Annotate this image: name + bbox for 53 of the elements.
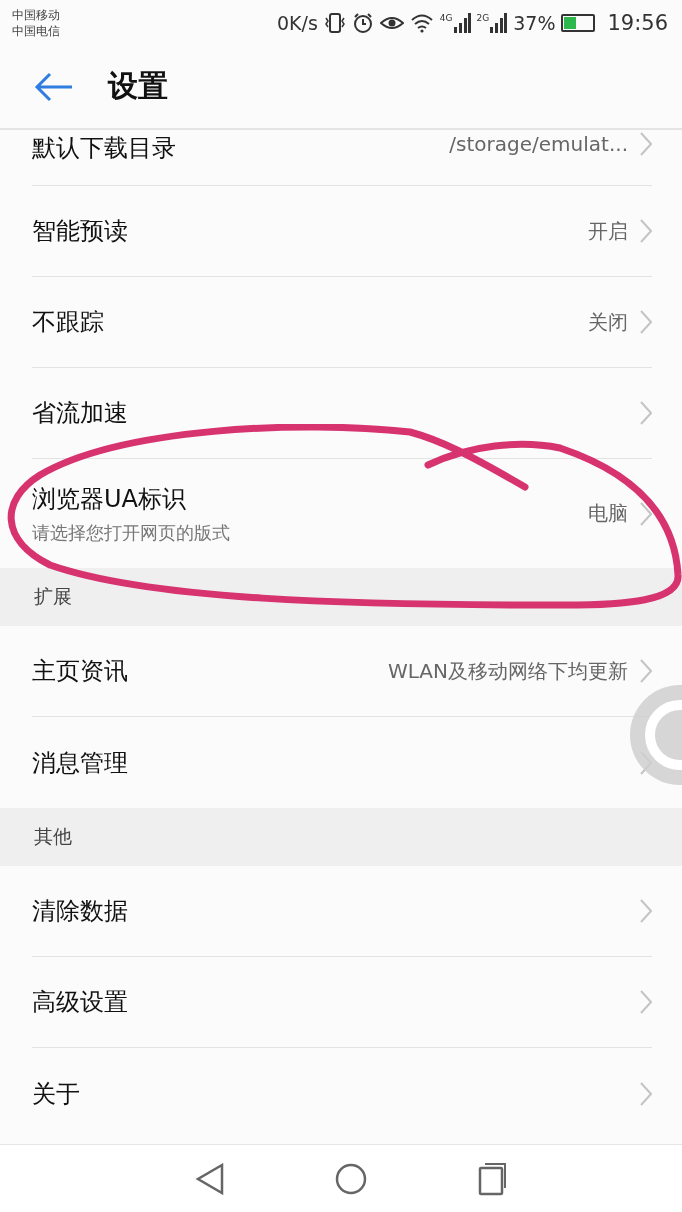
section-header: 扩展 (34, 584, 72, 609)
battery-percent: 37% (513, 11, 556, 34)
row-title: 高级设置 (32, 987, 129, 1018)
row-value: 开启 (588, 217, 628, 245)
chevron-right-icon (640, 501, 652, 526)
back-arrow-icon[interactable] (34, 71, 74, 102)
row-value: /storage/emulat... (449, 132, 628, 156)
row-title: 清除数据 (32, 896, 129, 927)
chevron-right-icon (640, 899, 652, 923)
signal-icon (452, 12, 471, 33)
row-subtitle: 请选择您打开网页的版式 (32, 520, 231, 545)
row-title: 默认下载目录 (32, 133, 177, 164)
settings-row[interactable]: 省流加速 (32, 368, 652, 459)
carrier-name: 中国移动 (12, 6, 60, 23)
row-title: 智能预读 (32, 216, 129, 247)
row-value: 关闭 (588, 308, 628, 336)
chevron-right-icon (640, 1081, 652, 1106)
chevron-right-icon (640, 219, 652, 243)
row-value: WLAN及移动网络下均更新 (387, 657, 628, 685)
back-triangle-icon[interactable] (195, 1162, 225, 1195)
page-title: 设置 (108, 67, 168, 105)
chevron-right-icon (640, 990, 652, 1014)
chevron-right-icon (640, 132, 652, 156)
network-type: 4G (439, 12, 453, 23)
row-value: 电脑 (588, 500, 628, 527)
row-title: 省流加速 (32, 398, 129, 429)
recent-apps-icon[interactable] (477, 1161, 507, 1196)
signal-icon (489, 12, 508, 33)
row-title: 主页资讯 (32, 656, 129, 687)
chevron-right-icon (640, 310, 652, 334)
row-title: 不跟踪 (32, 307, 105, 338)
settings-row[interactable]: 关于 (32, 1048, 652, 1139)
clock-time: 19:56 (607, 10, 668, 35)
alarm-icon (351, 11, 374, 34)
settings-row[interactable]: 浏览器UA标识 请选择您打开网页的版式 电脑 (32, 459, 652, 568)
network-type: 2G (476, 12, 490, 23)
home-circle-icon[interactable] (335, 1162, 367, 1195)
settings-row[interactable]: 智能预读 开启 (32, 186, 652, 277)
wifi-icon (409, 12, 434, 33)
section-header: 其他 (34, 824, 72, 849)
carrier-name: 中国电信 (12, 22, 60, 39)
settings-row[interactable]: 不跟踪 关闭 (32, 277, 652, 368)
chevron-right-icon (640, 659, 652, 683)
chevron-right-icon (640, 401, 652, 425)
row-title: 浏览器UA标识 (32, 483, 187, 515)
settings-row[interactable]: 默认下载目录 /storage/emulat... (32, 130, 652, 186)
settings-row[interactable]: 清除数据 (32, 866, 652, 957)
battery-icon (561, 13, 596, 32)
settings-row[interactable]: 高级设置 (32, 957, 652, 1048)
row-title: 消息管理 (32, 747, 129, 779)
network-speed: 0K/s (276, 11, 318, 34)
row-title: 关于 (32, 1078, 81, 1110)
vibrate-icon (323, 11, 346, 34)
